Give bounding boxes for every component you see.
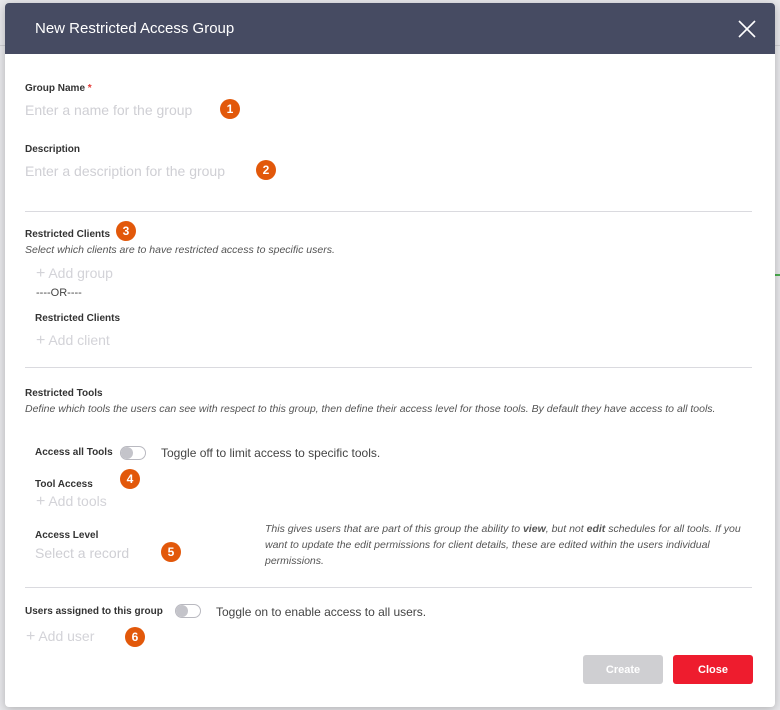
access-level-select[interactable]: Select a record (35, 545, 129, 561)
users-assigned-toggle[interactable] (175, 604, 201, 618)
description-input[interactable]: Enter a description for the group (25, 163, 265, 179)
section-divider (25, 211, 752, 212)
new-restricted-access-group-modal: New Restricted Access Group Group Name *… (5, 3, 775, 707)
access-level-note: This gives users that are part of this g… (265, 523, 741, 567)
or-separator: ----OR---- (36, 287, 82, 299)
group-name-label: Group Name * (25, 83, 92, 94)
step-badge-3: 3 (116, 221, 136, 241)
add-user-button[interactable]: + Add user (26, 628, 94, 646)
access-all-tools-label: Access all Tools (35, 447, 113, 458)
step-badge-1: 1 (220, 99, 240, 119)
plus-icon: + (36, 493, 46, 510)
close-icon[interactable] (735, 17, 759, 41)
access-all-tools-hint: Toggle off to limit access to specific t… (161, 446, 381, 460)
step-badge-5: 5 (161, 542, 181, 562)
group-name-input[interactable]: Enter a name for the group (25, 102, 225, 118)
section-divider (25, 587, 752, 588)
restricted-clients-sub-label: Restricted Clients (35, 313, 121, 324)
description-label: Description (25, 144, 81, 155)
required-mark: * (87, 83, 92, 94)
step-badge-6: 6 (125, 627, 145, 647)
plus-icon: + (26, 628, 36, 645)
restricted-clients-help: Select which clients are to have restric… (25, 244, 335, 256)
plus-icon: + (36, 332, 46, 349)
restricted-clients-title: Restricted Clients (25, 229, 111, 240)
restricted-tools-help: Define which tools the users can see wit… (25, 403, 716, 415)
users-assigned-hint: Toggle on to enable access to all users. (216, 605, 427, 619)
edit-emphasis: edit (586, 523, 606, 535)
toggle-knob (176, 605, 188, 617)
tool-access-label: Tool Access (35, 479, 93, 490)
access-level-label: Access Level (35, 530, 99, 541)
modal-header: New Restricted Access Group (5, 3, 775, 54)
toggle-knob (121, 447, 133, 459)
add-group-button[interactable]: + Add group (36, 265, 113, 283)
create-button[interactable]: Create (583, 655, 663, 684)
close-button[interactable]: Close (673, 655, 753, 684)
restricted-tools-title: Restricted Tools (25, 388, 103, 399)
section-divider (25, 367, 752, 368)
add-client-button[interactable]: + Add client (36, 332, 110, 350)
step-badge-2: 2 (256, 160, 276, 180)
view-emphasis: view (522, 523, 546, 535)
plus-icon: + (36, 265, 46, 282)
modal-title: New Restricted Access Group (35, 20, 235, 37)
users-assigned-label: Users assigned to this group (25, 606, 163, 617)
add-tools-button[interactable]: + Add tools (36, 493, 107, 511)
access-all-tools-toggle[interactable] (120, 446, 146, 460)
step-badge-4: 4 (120, 469, 140, 489)
